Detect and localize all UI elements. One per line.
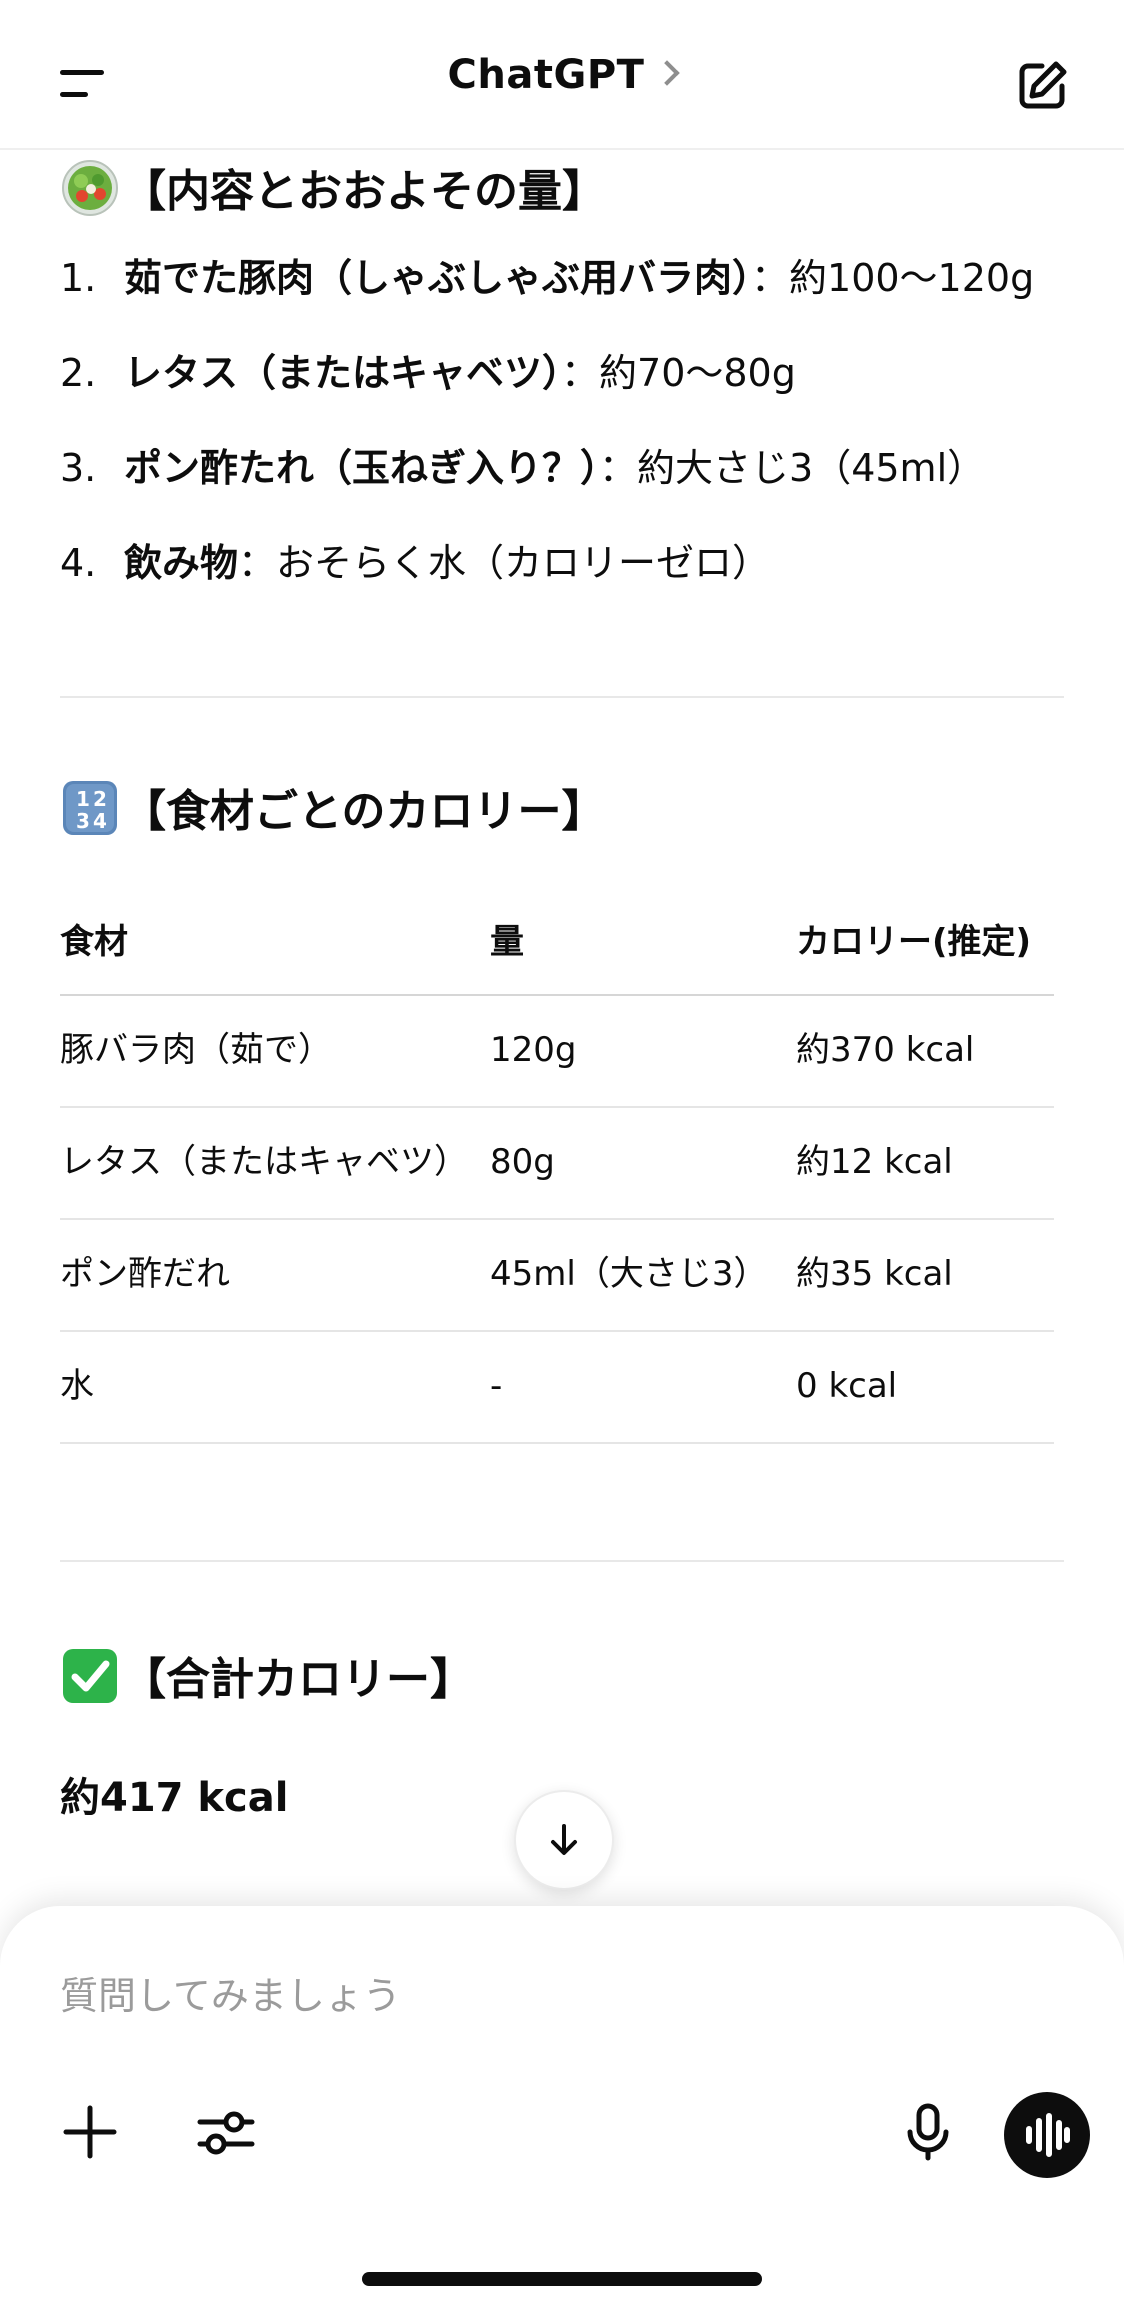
title-button[interactable]: ChatGPT xyxy=(0,52,1124,98)
list-item-number: 3. xyxy=(60,446,97,490)
list-item-detail: ：約70〜80g xyxy=(561,351,796,395)
edit-icon xyxy=(1019,61,1067,109)
list-item-number: 1. xyxy=(60,256,97,300)
arrow-down-icon xyxy=(551,1824,577,1855)
list-item-detail: ：約100〜120g xyxy=(751,256,1035,300)
attach-button[interactable] xyxy=(50,2092,130,2172)
list-item: 1. 茹でた豚肉（しゃぶしゃぶ用バラ肉）：約100〜120g xyxy=(60,248,1034,308)
list-item-name: ポン酢たれ（玉ねぎ入り？） xyxy=(124,446,600,490)
table-cell: レタス（またはキャベツ） xyxy=(60,1142,468,1182)
table-cell: - xyxy=(490,1366,503,1406)
plus-icon xyxy=(63,2105,117,2159)
table-row: 水 - 0 kcal xyxy=(60,1332,1054,1444)
table-cell: ポン酢だれ xyxy=(60,1254,230,1294)
table-cell: 約370 kcal xyxy=(796,1030,975,1070)
list-item-number: 2. xyxy=(60,351,97,395)
list-item-detail: ：おそらく水（カロリーゼロ） xyxy=(238,541,771,585)
section-divider xyxy=(60,696,1064,698)
new-chat-button[interactable] xyxy=(1012,56,1072,116)
table-cell: 120g xyxy=(490,1030,577,1070)
list-item-name: 飲み物 xyxy=(124,541,239,585)
svg-text:3: 3 xyxy=(76,809,90,833)
svg-text:2: 2 xyxy=(93,787,107,811)
input-numbers-emoji-icon: 1 2 3 4 xyxy=(63,781,117,835)
tools-button[interactable] xyxy=(186,2092,266,2172)
section-heading-text: 【合計カロリー】 xyxy=(122,1654,474,1705)
dictation-button[interactable] xyxy=(888,2092,968,2172)
section-divider xyxy=(60,1560,1064,1562)
message-composer xyxy=(0,1906,1124,2302)
table-header-row: 食材 量 カロリー(推定) xyxy=(60,888,1054,996)
table-row: 豚バラ肉（茹で） 120g 約370 kcal xyxy=(60,996,1054,1108)
list-item-detail: ：約大さじ3（45ml） xyxy=(599,446,986,490)
section-heading-contents: 【内容とおおよその量】 xyxy=(60,158,606,224)
list-item: 3. ポン酢たれ（玉ねぎ入り？）：約大さじ3（45ml） xyxy=(60,438,985,498)
table-row: ポン酢だれ 45ml（大さじ3） 約35 kcal xyxy=(60,1220,1054,1332)
table-cell: 約12 kcal xyxy=(796,1142,953,1182)
list-item: 2. レタス（またはキャベツ）：約70〜80g xyxy=(60,343,796,403)
prompt-input[interactable] xyxy=(60,1956,960,2036)
list-item-number: 4. xyxy=(60,541,97,585)
table-cell: 0 kcal xyxy=(796,1366,898,1406)
top-navigation-bar: ChatGPT xyxy=(0,0,1124,150)
column-header: カロリー(推定) xyxy=(796,922,1032,962)
svg-text:4: 4 xyxy=(93,809,107,833)
voice-mode-button[interactable] xyxy=(1004,2092,1090,2178)
table-cell: 45ml（大さじ3） xyxy=(490,1254,768,1294)
section-heading-text: 【内容とおおよその量】 xyxy=(122,166,606,217)
svg-text:1: 1 xyxy=(76,787,90,811)
list-item-name: レタス（またはキャベツ） xyxy=(124,351,562,395)
scroll-to-bottom-button[interactable] xyxy=(514,1790,614,1890)
column-header: 量 xyxy=(490,922,524,962)
sliders-icon xyxy=(197,2111,255,2155)
list-item: 4. 飲み物：おそらく水（カロリーゼロ） xyxy=(60,533,770,593)
app-title: ChatGPT xyxy=(447,52,645,98)
table-row: レタス（またはキャベツ） 80g 約12 kcal xyxy=(60,1108,1054,1220)
home-indicator[interactable] xyxy=(362,2272,762,2286)
total-calories-value: 約417 kcal xyxy=(60,1775,289,1821)
table-cell: 約35 kcal xyxy=(796,1254,953,1294)
list-item-name: 茹でた豚肉（しゃぶしゃぶ用バラ肉） xyxy=(124,256,752,300)
table-cell: 80g xyxy=(490,1142,555,1182)
chevron-right-icon xyxy=(654,60,681,86)
section-heading-text: 【食材ごとのカロリー】 xyxy=(122,786,606,837)
table-cell: 豚バラ肉（茹で） xyxy=(60,1030,332,1070)
column-header: 食材 xyxy=(60,922,128,962)
section-heading-calories: 1 2 3 4 【食材ごとのカロリー】 xyxy=(60,778,606,844)
salad-emoji-icon xyxy=(62,160,118,216)
mic-icon xyxy=(907,2103,949,2161)
section-heading-total: 【合計カロリー】 xyxy=(60,1646,474,1712)
table-cell: 水 xyxy=(60,1366,94,1406)
voice-waveform-icon xyxy=(1026,2113,1070,2157)
check-mark-emoji-icon xyxy=(63,1649,117,1703)
